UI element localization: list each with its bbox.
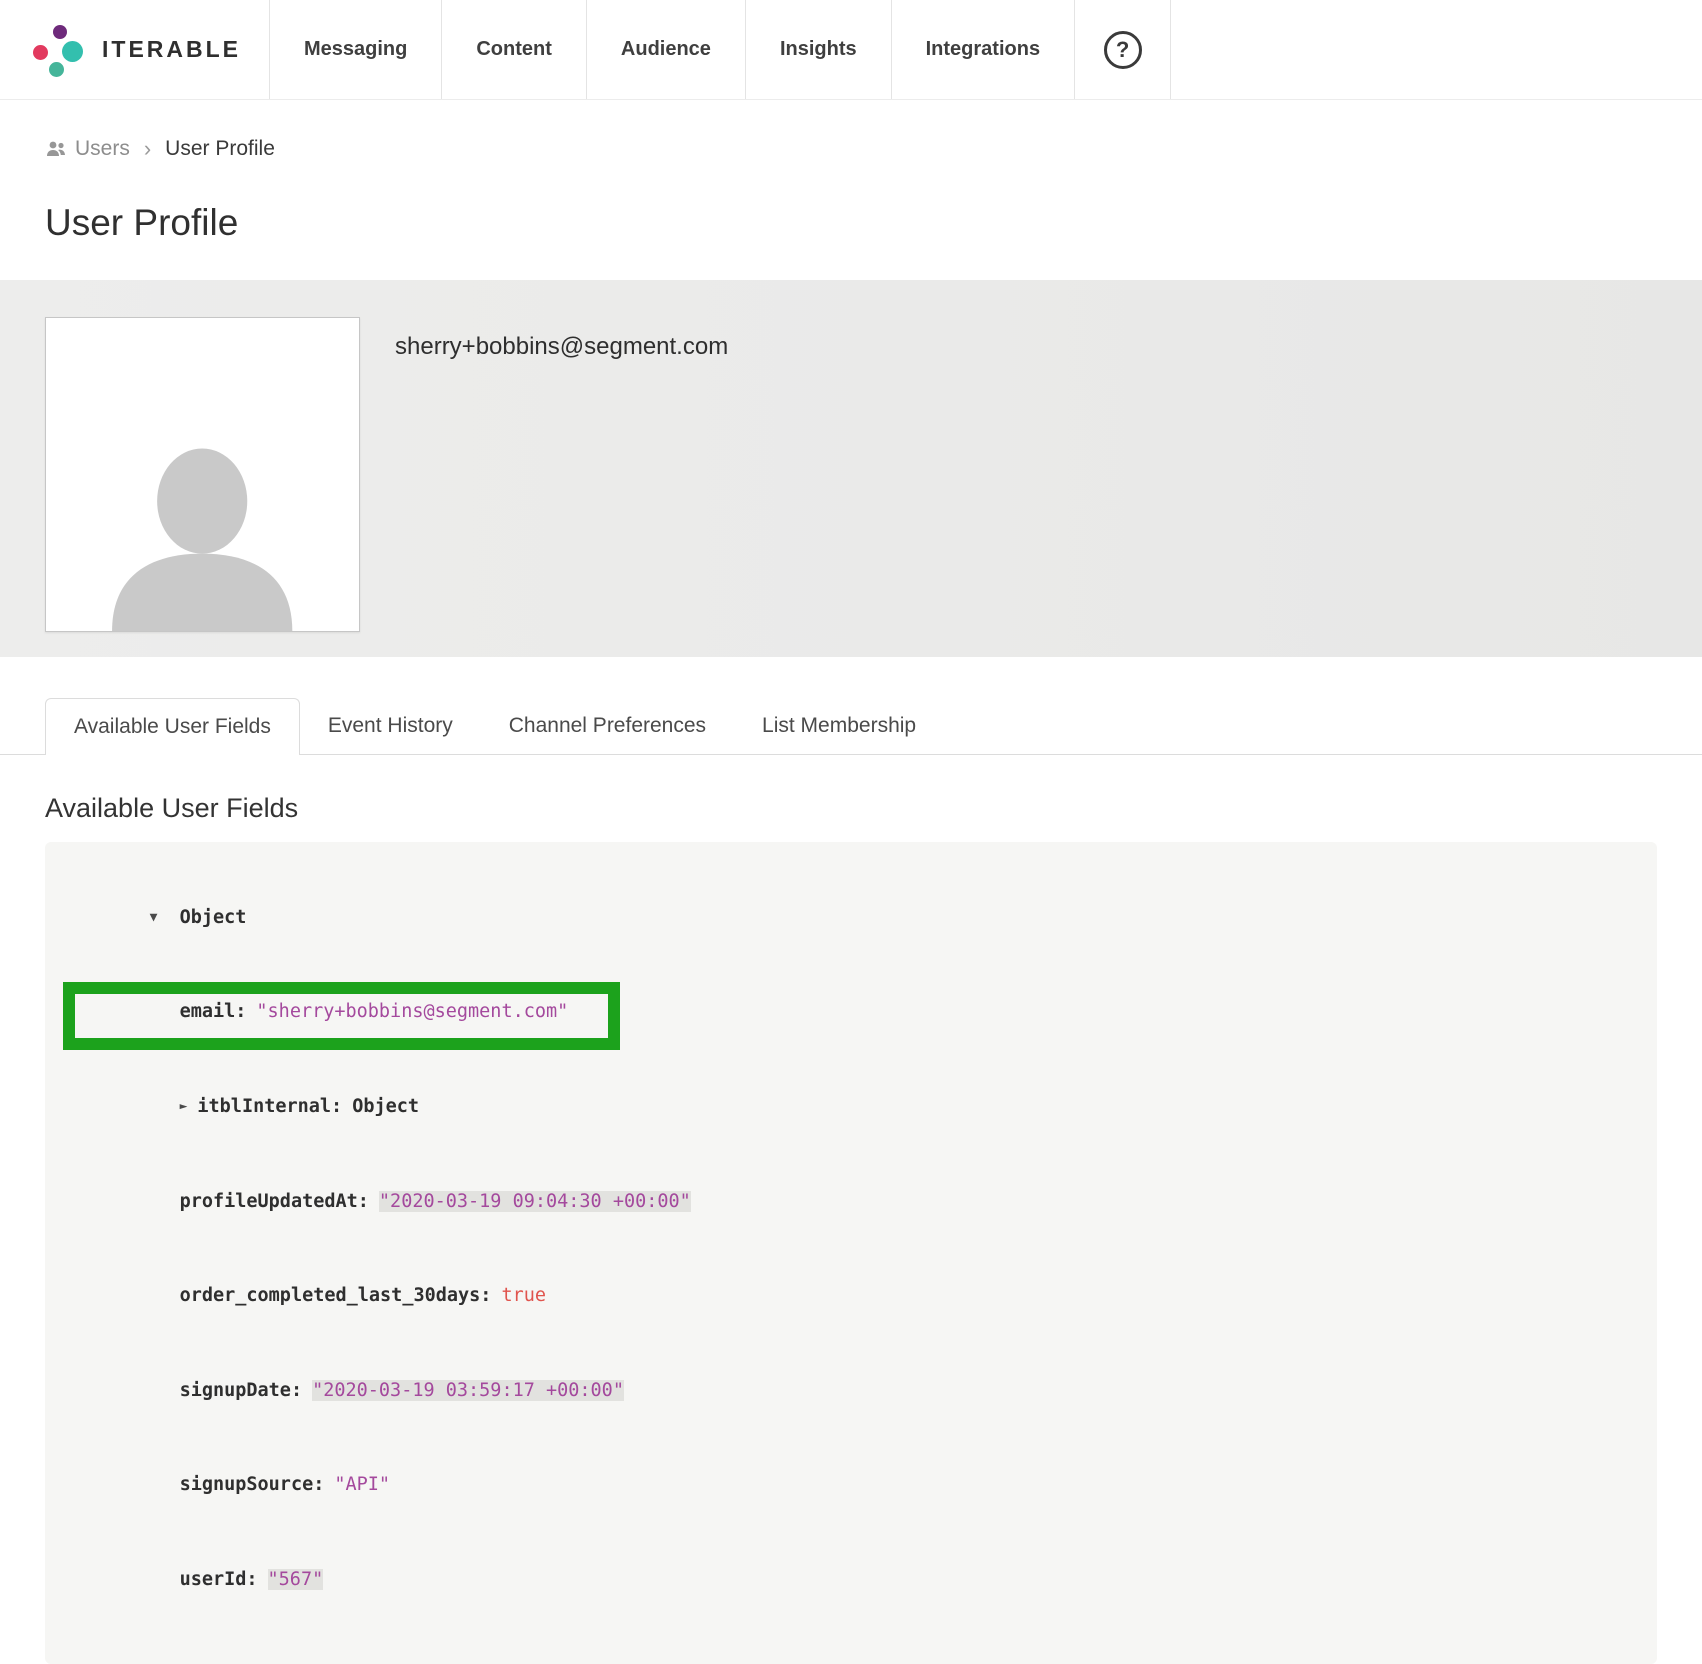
tab-list-membership[interactable]: List Membership	[734, 698, 944, 754]
field-key: userId	[180, 1569, 247, 1590]
logo-dot-purple	[53, 25, 67, 39]
field-value: "2020-03-19 09:04:30 +00:00"	[379, 1191, 691, 1212]
section-heading: Available User Fields	[45, 793, 1702, 824]
field-row-userid: userId: "567"	[75, 1532, 1627, 1627]
breadcrumb-users-label: Users	[75, 137, 130, 161]
field-key: profileUpdatedAt	[180, 1191, 358, 1212]
nav-spacer	[1171, 0, 1702, 99]
profile-header-section: sherry+bobbins@segment.com	[0, 280, 1702, 657]
object-root-label: Object	[180, 907, 247, 928]
help-button[interactable]: ?	[1075, 0, 1171, 99]
logo-dot-red	[33, 45, 48, 60]
avatar-silhouette-icon	[77, 436, 327, 631]
profile-tabs: Available User Fields Event History Chan…	[0, 698, 1702, 755]
page-title: User Profile	[45, 202, 1702, 244]
field-row-order-completed: order_completed_last_30days: true	[75, 1249, 1627, 1344]
iterable-logo-icon	[28, 20, 88, 80]
field-key: signupDate	[180, 1380, 291, 1401]
tab-event-history[interactable]: Event History	[300, 698, 481, 754]
field-value: true	[501, 1285, 546, 1306]
collapse-icon[interactable]: ▼	[150, 902, 168, 934]
highlight-annotation-box	[63, 982, 620, 1050]
breadcrumb-current: User Profile	[165, 137, 275, 161]
iterable-logo[interactable]: ITERABLE	[0, 0, 270, 99]
tab-available-user-fields[interactable]: Available User Fields	[45, 698, 300, 755]
brand-name: ITERABLE	[102, 36, 241, 63]
nav-item-audience[interactable]: Audience	[587, 0, 746, 99]
breadcrumb: Users › User Profile	[45, 136, 1702, 162]
logo-dot-green	[49, 62, 64, 77]
users-icon	[45, 140, 67, 158]
colon: :	[480, 1285, 491, 1306]
nav-item-insights[interactable]: Insights	[746, 0, 892, 99]
colon: :	[313, 1474, 324, 1495]
top-navigation: ITERABLE Messaging Content Audience Insi…	[0, 0, 1702, 100]
colon: :	[246, 1569, 257, 1590]
field-key: signupSource	[180, 1474, 314, 1495]
field-value: "2020-03-19 03:59:17 +00:00"	[312, 1380, 624, 1401]
nav-item-messaging[interactable]: Messaging	[270, 0, 442, 99]
field-value: "567"	[268, 1569, 324, 1590]
nav-item-integrations[interactable]: Integrations	[892, 0, 1075, 99]
field-row-itblinternal: ► itblInternal: Object	[75, 1059, 1627, 1154]
colon: :	[291, 1380, 302, 1401]
field-value: "API"	[334, 1474, 390, 1495]
object-root-row: ▼ Object	[75, 870, 1627, 965]
help-icon: ?	[1104, 31, 1142, 69]
field-key: order_completed_last_30days	[180, 1285, 481, 1306]
field-row-profileupdatedat: profileUpdatedAt: "2020-03-19 09:04:30 +0…	[75, 1154, 1627, 1249]
user-fields-object-viewer: ▼Object email:"sherry+bobbins@segment.co…	[45, 842, 1657, 1664]
field-value: Object	[352, 1096, 419, 1117]
nav-item-content[interactable]: Content	[442, 0, 587, 99]
field-key: itblInternal	[197, 1096, 331, 1117]
expand-icon[interactable]: ►	[180, 1091, 188, 1123]
user-email: sherry+bobbins@segment.com	[395, 333, 728, 657]
avatar	[45, 317, 360, 632]
colon: :	[331, 1096, 342, 1117]
field-row-signupsource: signupSource: "API"	[75, 1438, 1627, 1533]
chevron-right-icon: ›	[144, 136, 151, 162]
logo-dot-teal	[62, 41, 83, 62]
tab-channel-preferences[interactable]: Channel Preferences	[481, 698, 734, 754]
colon: :	[358, 1191, 369, 1212]
field-row-signupdate: signupDate: "2020-03-19 03:59:17 +00:00"	[75, 1343, 1627, 1438]
breadcrumb-users-link[interactable]: Users	[45, 137, 130, 161]
